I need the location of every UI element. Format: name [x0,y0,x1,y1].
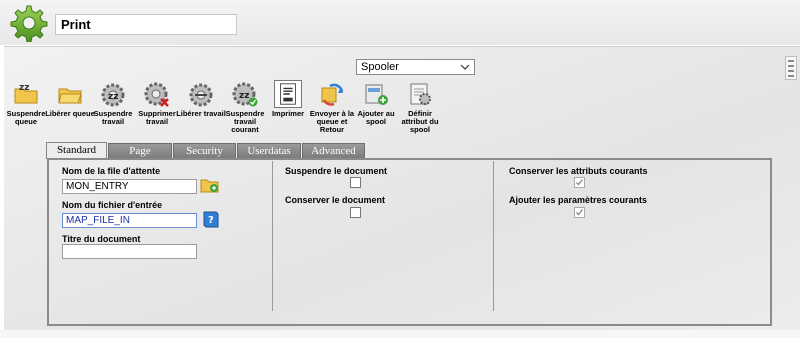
suspend-queue-button[interactable]: zz Suspendre queue [1,80,51,126]
folder-open-icon [58,88,82,104]
add-params-label: Ajouter les paramètres courants [509,195,648,205]
title-bar: Print [0,0,800,45]
add-to-spool-button[interactable]: Ajouter au spool [351,80,401,126]
keep-doc-checkbox[interactable] [350,207,361,218]
spool-add-icon [365,84,388,105]
send-return-icon [321,83,344,106]
spooler-select-value: Spooler [361,61,399,73]
release-job-button[interactable]: Libérer travail [176,80,226,118]
check-icon [576,209,584,216]
gear-check-icon: zz [232,82,258,107]
keep-doc-label: Conserver le document [285,195,386,205]
delete-job-button[interactable]: Supprimer travail [132,80,182,126]
gear-release-icon [189,83,213,107]
add-params-checkbox[interactable] [574,207,585,218]
folder-sleep-icon: zz [14,83,38,104]
suspend-doc-label: Suspendre le document [285,166,388,176]
svg-text:zz: zz [108,92,118,102]
send-to-queue-return-button[interactable]: Envoyer à la queue et Retour [307,80,357,134]
doc-title-field[interactable] [62,244,197,259]
spooler-select[interactable]: Spooler [356,59,475,75]
column-divider [493,161,494,311]
queue-name-label: Nom de la file d'attente [62,166,161,176]
svg-text:zz: zz [19,83,29,93]
side-panel-handle[interactable] [785,56,797,80]
tab-page[interactable]: Page [108,143,172,158]
gear-delete-icon [144,82,169,107]
set-spool-attribute-button[interactable]: Définir attribut du spool [395,80,445,134]
window-title: Print [55,14,237,35]
keep-attrs-checkbox[interactable] [574,177,585,188]
input-file-field[interactable]: MAP_FILE_IN [62,213,197,228]
input-file-label: Nom du fichier d'entrée [62,200,163,210]
tab-security[interactable]: Security [173,143,236,158]
check-icon [576,179,584,186]
print-document-icon [274,80,302,108]
column-divider [272,161,273,311]
tab-standard[interactable]: Standard [46,142,107,159]
suspend-doc-checkbox[interactable] [350,177,361,188]
spool-attribute-icon [410,83,431,105]
print-button[interactable]: Imprimer [263,80,313,118]
svg-text:zz: zz [239,91,249,101]
tab-advanced[interactable]: Advanced [302,143,365,158]
keep-attrs-label: Conserver les attributs courants [509,166,648,176]
svg-text:?: ? [208,215,214,226]
queue-name-field[interactable]: MON_ENTRY [62,179,197,194]
folder-browse-icon[interactable] [200,176,220,194]
doc-title-label: Titre du document [62,234,141,244]
gear-sleep-icon: zz [101,83,125,107]
chevron-down-icon [460,64,470,70]
bottom-strip [0,330,800,338]
gear-logo-icon [10,5,48,42]
help-book-icon[interactable]: ? [201,210,221,228]
suspend-job-button[interactable]: zz Suspendre travail [88,80,138,126]
tab-userdatas[interactable]: Userdatas [237,143,301,158]
